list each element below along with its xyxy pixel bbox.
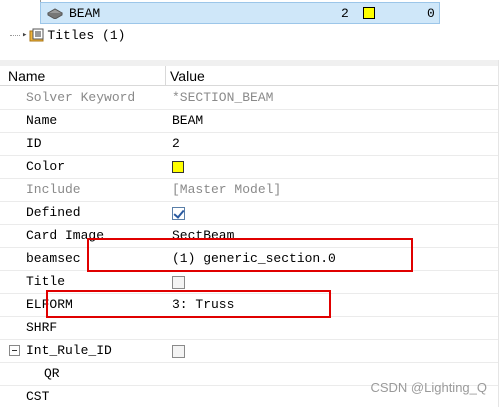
property-row[interactable]: Include [Master Model] bbox=[0, 179, 499, 202]
property-name: Include bbox=[26, 182, 81, 197]
property-value[interactable]: *SECTION_BEAM bbox=[172, 90, 273, 105]
property-row[interactable]: Solver Keyword *SECTION_BEAM bbox=[0, 87, 499, 110]
tree-item-titles[interactable]: ▸ Titles (1) bbox=[10, 24, 125, 46]
tree-item-beam[interactable]: BEAM 2 0 bbox=[40, 2, 440, 24]
property-name: Card Image bbox=[26, 228, 105, 243]
property-name: Int_Rule_ID bbox=[26, 343, 112, 358]
tree-item-label: Titles (1) bbox=[47, 27, 126, 43]
property-name: beamsec bbox=[26, 251, 81, 266]
property-row[interactable]: SHRF bbox=[0, 317, 499, 340]
checkbox[interactable] bbox=[172, 345, 185, 358]
property-row[interactable]: Int_Rule_ID bbox=[0, 340, 499, 363]
property-value[interactable]: 2 bbox=[172, 136, 180, 151]
property-name: Name bbox=[26, 113, 58, 128]
tree-item-count: 0 bbox=[427, 5, 435, 21]
tree-connector bbox=[10, 34, 20, 36]
titles-folder-icon bbox=[29, 28, 44, 42]
property-row[interactable]: Title bbox=[0, 271, 499, 294]
property-name: ELFORM bbox=[26, 297, 73, 312]
property-row[interactable]: ID 2 bbox=[0, 133, 499, 156]
property-table: Solver Keyword *SECTION_BEAM Name BEAM ID 2 Co… bbox=[0, 87, 499, 407]
property-value[interactable]: SectBeam bbox=[172, 228, 234, 243]
column-header-value[interactable]: Value bbox=[170, 68, 205, 84]
property-row[interactable]: Color bbox=[0, 156, 499, 179]
property-name: Title bbox=[26, 274, 66, 289]
property-name: Solver Keyword bbox=[26, 90, 136, 105]
property-value[interactable]: 3: Truss bbox=[172, 297, 234, 312]
column-header-name[interactable]: Name bbox=[8, 68, 45, 84]
tree-item-id: 2 bbox=[341, 5, 349, 21]
beam-section-icon bbox=[47, 8, 63, 19]
property-row[interactable]: Card Image SectBeam bbox=[0, 225, 499, 248]
property-row[interactable]: beamsec (1) generic_section.0 bbox=[0, 248, 499, 271]
property-value[interactable]: (1) generic_section.0 bbox=[172, 251, 336, 266]
property-name: QR bbox=[44, 366, 60, 381]
property-row[interactable]: ELFORM 3: Truss bbox=[0, 294, 499, 317]
property-row[interactable]: Name BEAM bbox=[0, 110, 499, 133]
property-table-header: Name Value bbox=[0, 66, 499, 86]
property-name: ID bbox=[26, 136, 42, 151]
color-swatch bbox=[363, 7, 375, 19]
property-name: Defined bbox=[26, 205, 81, 220]
color-swatch[interactable] bbox=[172, 161, 184, 173]
model-tree: BEAM 2 0 ▸ Titles (1) bbox=[0, 0, 499, 52]
checkbox[interactable] bbox=[172, 276, 185, 289]
property-name: CST bbox=[26, 389, 50, 404]
property-row[interactable]: Defined bbox=[0, 202, 499, 225]
property-value[interactable]: [Master Model] bbox=[172, 182, 281, 197]
tree-item-label: BEAM bbox=[69, 5, 101, 21]
property-value[interactable]: BEAM bbox=[172, 113, 203, 128]
expand-arrow-icon[interactable]: ▸ bbox=[22, 30, 27, 40]
checkbox[interactable] bbox=[172, 207, 185, 220]
column-separator[interactable] bbox=[165, 66, 166, 86]
property-name: Color bbox=[26, 159, 66, 174]
collapse-icon[interactable] bbox=[9, 345, 20, 356]
property-name: SHRF bbox=[26, 320, 58, 335]
watermark: CSDN @Lighting_Q bbox=[370, 380, 487, 395]
